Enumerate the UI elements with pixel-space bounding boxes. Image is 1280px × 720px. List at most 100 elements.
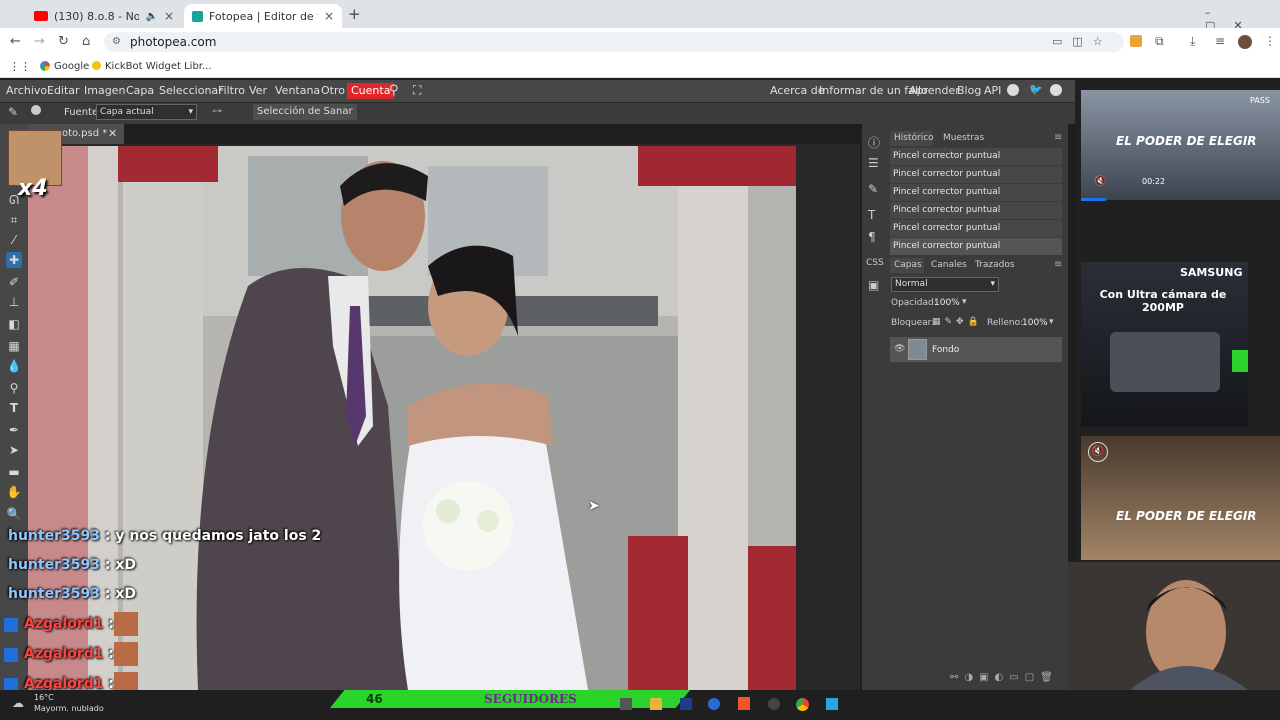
history-item[interactable]: Pincel corrector puntual [890, 166, 1062, 183]
mute-icon[interactable]: 🔇 [1088, 442, 1108, 462]
menu-editar[interactable]: Editar [47, 80, 80, 102]
path-select-tool-icon[interactable]: ➤ [6, 442, 22, 458]
tab-swatches[interactable]: Muestras [943, 133, 984, 143]
image-panel-icon[interactable]: ▣ [868, 278, 879, 292]
panel-menu-icon[interactable]: ≡ [1054, 132, 1062, 143]
healing-tool-icon[interactable]: ✎ [8, 105, 18, 119]
blur-tool-icon[interactable]: 💧 [6, 358, 22, 374]
apps-icon[interactable]: ⋮⋮ [9, 60, 31, 73]
opacity-dropdown-icon[interactable]: ▾ [962, 297, 967, 307]
brave-icon[interactable] [738, 697, 750, 710]
facebook-icon[interactable] [1050, 84, 1062, 96]
photos-icon[interactable] [826, 698, 838, 710]
type-tool-icon[interactable]: T [6, 400, 22, 416]
tab-paths[interactable]: Trazados [975, 260, 1015, 270]
character-panel-icon[interactable]: T [868, 208, 875, 222]
pen-tool-icon[interactable]: ✒ [6, 422, 22, 438]
menu-acerca[interactable]: Acerca de [770, 80, 824, 102]
paragraph-panel-icon[interactable]: ¶ [868, 230, 876, 244]
menu-learn[interactable]: Aprender [909, 80, 960, 102]
video-progress[interactable] [1081, 198, 1106, 201]
source-select[interactable]: Capa actual ▾ [96, 104, 197, 120]
layers-menu-icon[interactable]: ≡ [1054, 259, 1062, 270]
brush-tool-icon[interactable]: ✐ [6, 274, 22, 290]
more-icon[interactable]: ⋮ [1264, 34, 1276, 48]
download-icon[interactable]: ⤓ [1190, 34, 1195, 49]
brush-panel-icon[interactable]: ✎ [868, 182, 878, 196]
gradient-tool-icon[interactable]: ▦ [6, 338, 22, 354]
zoom-tool-icon[interactable]: 🔍 [6, 506, 22, 522]
opacity-input[interactable]: 100% [934, 298, 960, 308]
avatar[interactable] [1238, 35, 1252, 49]
menu-imagen[interactable]: Imagen [84, 80, 125, 102]
hand-tool-icon[interactable]: ✋ [6, 484, 22, 500]
twitter-icon[interactable]: 🐦 [1029, 83, 1043, 96]
bookmark-google[interactable]: Google [54, 61, 89, 72]
close-tab-icon[interactable]: × [324, 9, 334, 23]
menu-capa[interactable]: Capa [126, 80, 154, 102]
second-video-ad[interactable] [1081, 436, 1280, 560]
mute-icon[interactable]: 🔇 [1094, 176, 1106, 187]
home-icon[interactable]: ⌂ [82, 34, 90, 49]
account-button[interactable]: Cuenta [347, 83, 395, 99]
tab-youtube[interactable]: (130) 8.o.8 - Nothin' On Yo 🔈 × [26, 4, 182, 28]
chrome-icon[interactable] [796, 698, 809, 711]
clone-stamp-tool-icon[interactable]: ⊥ [6, 294, 22, 310]
layer-actions-icons[interactable]: ⚯◑▣◐▭▢🗑 [950, 672, 1059, 683]
menu-ver[interactable]: Ver [249, 80, 267, 102]
brush-preset-icon[interactable] [31, 105, 41, 115]
menu-filtro[interactable]: Filtro [218, 80, 245, 102]
history-item[interactable]: Pincel corrector puntual [890, 184, 1062, 201]
new-tab-button[interactable]: + [348, 5, 361, 23]
url-input[interactable]: ⚙ photopea.com [104, 32, 1124, 52]
tab-photopea[interactable]: Fotopea | Editor de fotos en líne × [184, 4, 342, 28]
eyedropper-tool-icon[interactable]: ⁄ [6, 232, 22, 248]
menu-seleccionar[interactable]: Seleccionar [159, 80, 223, 102]
history-item[interactable]: Pincel corrector puntual [890, 220, 1062, 237]
heal-selection-button[interactable]: Selección de Sanar [253, 104, 357, 120]
history-item[interactable]: Pincel corrector puntual [890, 202, 1062, 219]
wedding-photo[interactable] [28, 146, 796, 690]
blend-mode-select[interactable]: Normal ▾ [891, 277, 999, 292]
reload-icon[interactable]: ↻ [58, 34, 69, 49]
media-icon[interactable]: ≡ [1215, 34, 1225, 48]
app-icon[interactable] [680, 698, 692, 710]
menu-ventana[interactable]: Ventana [275, 80, 320, 102]
fullscreen-icon[interactable]: ⛶ [413, 83, 421, 98]
history-item[interactable]: Pincel corrector puntual [890, 148, 1062, 165]
eraser-tool-icon[interactable]: ◧ [6, 316, 22, 332]
extension-icon[interactable] [1130, 35, 1142, 47]
edge-icon[interactable] [708, 698, 720, 710]
obs-icon[interactable] [768, 698, 780, 710]
file-explorer-icon[interactable] [650, 698, 662, 710]
sample-toggle-icon[interactable]: ⊶ [212, 106, 222, 117]
crop-tool-icon[interactable]: ⌗ [6, 212, 22, 228]
shape-tool-icon[interactable]: ▬ [6, 464, 22, 480]
forward-icon[interactable]: → [34, 34, 45, 49]
dodge-tool-icon[interactable]: ⚲ [6, 380, 22, 396]
menu-api[interactable]: API [984, 80, 1001, 102]
menu-otro[interactable]: Otro [321, 80, 345, 102]
back-icon[interactable]: ← [10, 34, 21, 49]
history-panel-icon[interactable]: ☰ [868, 156, 879, 170]
site-info-icon[interactable]: ⚙ [112, 32, 121, 52]
eye-icon[interactable]: 👁 [894, 344, 905, 354]
menu-archivo[interactable]: Archivo [6, 80, 47, 102]
task-view-icon[interactable] [620, 698, 632, 710]
reddit-icon[interactable] [1007, 84, 1019, 96]
omnibox-action-icons[interactable]: ▭◫☆ [1052, 35, 1113, 48]
menu-blog[interactable]: Blog [957, 80, 981, 102]
fill-dropdown-icon[interactable]: ▾ [1049, 317, 1054, 327]
history-item[interactable]: Pincel corrector puntual [890, 238, 1062, 255]
fill-input[interactable]: 100% [1022, 318, 1048, 328]
close-document-icon[interactable]: ✕ [108, 124, 117, 144]
spot-healing-tool-icon[interactable]: ✚ [6, 252, 22, 268]
close-tab-icon[interactable]: × [164, 9, 174, 23]
search-icon[interactable]: ⚲ [389, 83, 399, 98]
info-icon[interactable]: ⓘ [868, 134, 880, 151]
tab-channels[interactable]: Canales [931, 260, 967, 270]
lock-icons[interactable]: ▦✎✥🔒 [932, 317, 983, 327]
css-panel-icon[interactable]: CSS [866, 258, 884, 268]
puzzle-icon[interactable]: ⧉ [1155, 34, 1164, 49]
bookmark-kickbot[interactable]: KickBot Widget Libr... [105, 61, 212, 72]
